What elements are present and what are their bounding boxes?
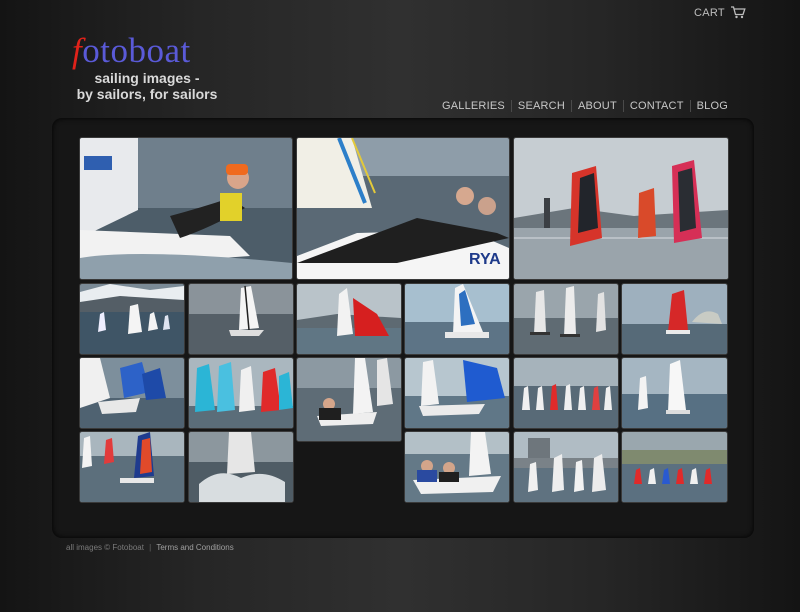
photo-sailor-waves <box>297 358 401 441</box>
nav-search[interactable]: SEARCH <box>512 100 571 112</box>
main-nav: GALLERIES SEARCH ABOUT CONTACT BLOG <box>436 100 734 112</box>
photo-red-gennaker <box>297 284 401 354</box>
gallery-thumbnail[interactable] <box>513 357 619 429</box>
gallery-thumbnail[interactable] <box>188 431 294 503</box>
gallery-thumbnail[interactable] <box>296 283 402 355</box>
site-logo[interactable]: fotoboat <box>72 33 191 68</box>
photo-catamaran-spray <box>189 432 293 502</box>
photo-castle-fleet <box>514 432 618 502</box>
logo-first-letter: f <box>72 31 83 70</box>
photo-dinghy-crew: RYA <box>297 138 509 279</box>
gallery-thumbnail[interactable] <box>621 283 728 355</box>
gallery-thumbnail[interactable] <box>404 431 510 503</box>
footer-separator: | <box>149 543 152 552</box>
photo-dinghy-fleet <box>80 284 184 354</box>
cart-label: CART <box>694 6 725 19</box>
photo-optimist-line <box>514 358 618 428</box>
gallery-thumbnail[interactable] <box>404 357 510 429</box>
tagline-line-2: by sailors, for sailors <box>76 86 218 102</box>
gallery-thumbnail[interactable] <box>513 137 729 280</box>
gallery-thumbnail[interactable] <box>79 283 185 355</box>
gallery-thumbnail[interactable] <box>404 283 510 355</box>
photo-single-dinghies <box>622 358 727 428</box>
gallery-thumbnail[interactable]: RYA <box>296 137 510 280</box>
photo-windsurfers <box>514 138 728 279</box>
tagline-line-1: sailing images - <box>94 70 200 86</box>
photo-youth-dinghies <box>80 432 184 502</box>
photo-laser-sailor <box>80 138 292 279</box>
photo-colourful-sails <box>189 358 293 428</box>
gallery-thumbnail[interactable] <box>79 357 185 429</box>
tagline: sailing images - by sailors, for sailors <box>72 70 222 102</box>
cart-icon <box>730 6 746 19</box>
photo-harbour-fleet <box>622 432 727 502</box>
footer: all images © Fotoboat | Terms and Condit… <box>66 543 234 552</box>
photo-catamarans <box>514 284 618 354</box>
nav-blog[interactable]: BLOG <box>691 100 734 112</box>
gallery-panel: RYA <box>52 118 754 538</box>
rya-logo-text: RYA <box>469 251 501 268</box>
nav-galleries[interactable]: GALLERIES <box>436 100 511 112</box>
gallery-thumbnail[interactable] <box>621 357 728 429</box>
cart-link[interactable]: CART <box>694 6 746 19</box>
nav-about[interactable]: ABOUT <box>572 100 623 112</box>
photo-crew-white-dinghy <box>405 432 509 502</box>
gallery-thumbnail[interactable] <box>513 283 619 355</box>
photo-red-sail-rock <box>622 284 727 354</box>
nav-contact[interactable]: CONTACT <box>624 100 690 112</box>
copyright-text: all images © Fotoboat <box>66 543 144 552</box>
gallery-thumbnail[interactable] <box>188 283 294 355</box>
photo-dinghy-blue-sky <box>405 284 509 354</box>
logo-rest: otoboat <box>82 31 191 70</box>
gallery-thumbnail[interactable] <box>188 357 294 429</box>
photo-blue-spinnakers <box>80 358 184 428</box>
photo-dinghy-grey-sea <box>189 284 293 354</box>
photo-dinghy-blue-spinnaker <box>405 358 509 428</box>
gallery-thumbnail[interactable] <box>296 357 402 442</box>
terms-link[interactable]: Terms and Conditions <box>156 543 233 552</box>
gallery-thumbnail[interactable] <box>621 431 728 503</box>
gallery-thumbnail[interactable] <box>79 431 185 503</box>
gallery-thumbnail[interactable] <box>513 431 619 503</box>
gallery-thumbnail[interactable] <box>79 137 293 280</box>
